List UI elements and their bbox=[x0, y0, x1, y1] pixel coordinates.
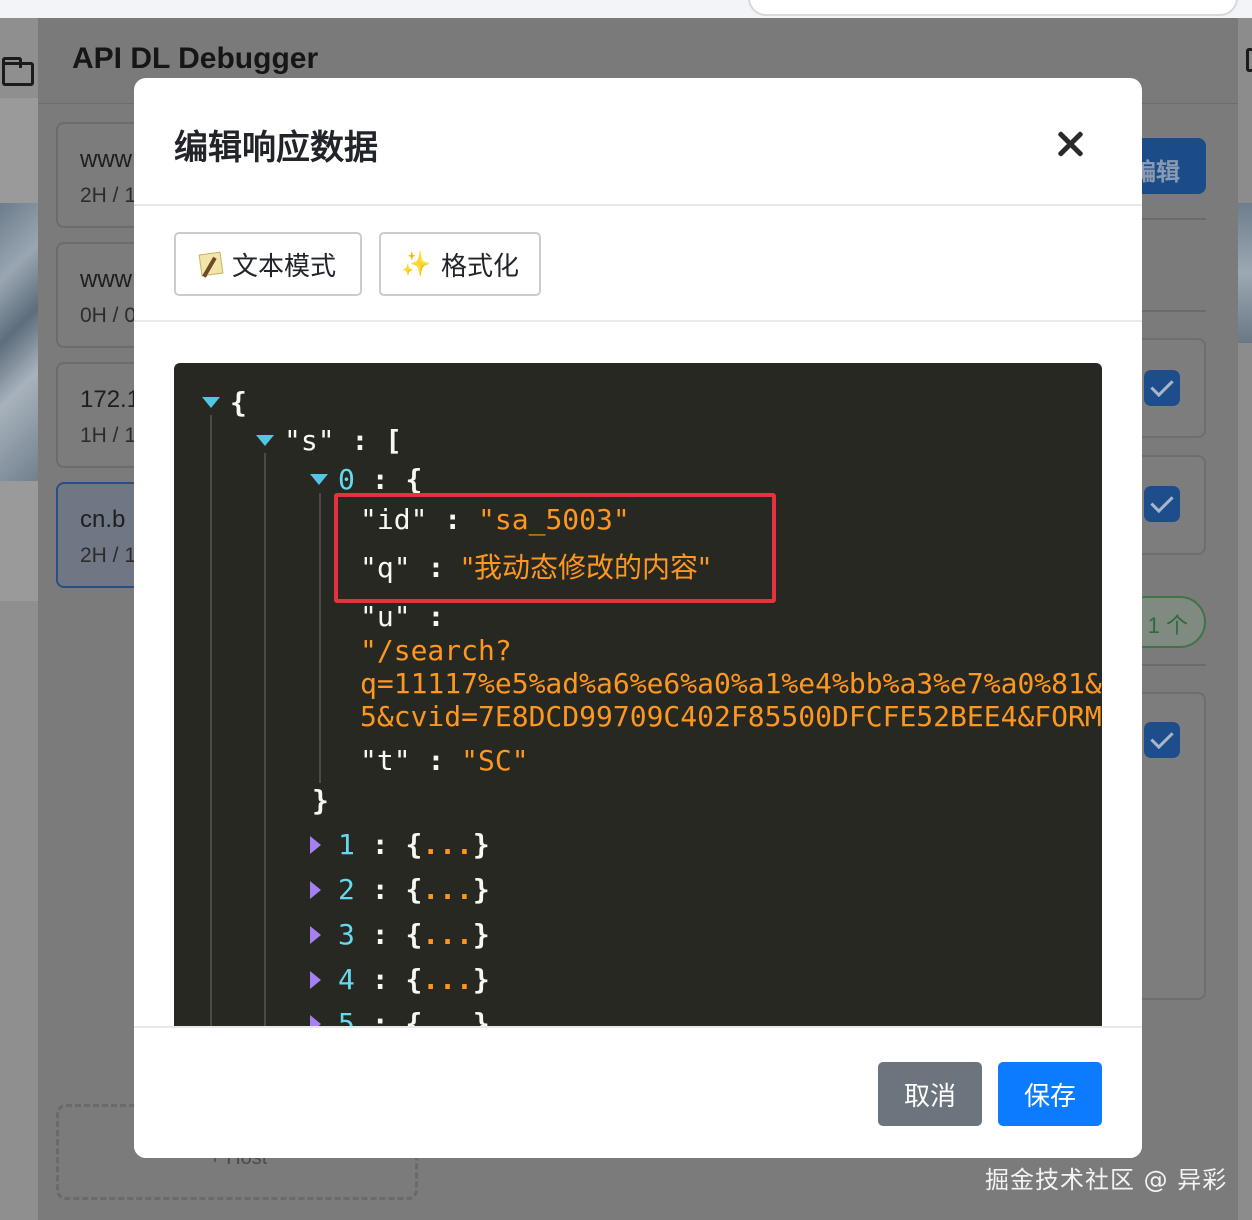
memo-icon bbox=[198, 251, 224, 277]
format-button[interactable]: ✨ 格式化 bbox=[379, 232, 541, 296]
request-meta: 2H / 1 bbox=[80, 184, 137, 207]
modal-footer: 取消 保存 bbox=[134, 1026, 1142, 1158]
divider bbox=[1140, 664, 1206, 666]
request-card[interactable]: 172.1 1H / 1 bbox=[56, 362, 146, 468]
text-mode-button[interactable]: 文本模式 bbox=[174, 232, 362, 296]
browser-top-bar bbox=[0, 0, 1252, 18]
desktop-right-strip bbox=[1238, 18, 1252, 1220]
collapse-toggle-icon[interactable] bbox=[310, 474, 328, 485]
json-line: 2 : {...} bbox=[338, 873, 490, 906]
sparkles-icon: ✨ bbox=[401, 250, 431, 278]
expand-toggle-icon[interactable] bbox=[310, 836, 321, 854]
json-line: 3 : {...} bbox=[338, 918, 490, 951]
json-line: 1 : {...} bbox=[338, 828, 490, 861]
json-line: { bbox=[230, 386, 247, 419]
json-line: q=11117%e5%ad%a6%e6%a0%a1%e4%bb%a3%e7%a0… bbox=[360, 667, 1102, 700]
expand-toggle-icon[interactable] bbox=[310, 926, 321, 944]
indent-guide bbox=[210, 415, 212, 1027]
request-meta: 1H / 1 bbox=[80, 424, 137, 447]
request-meta: 2H / 1 bbox=[80, 544, 137, 567]
close-icon[interactable] bbox=[1046, 120, 1094, 168]
collapse-toggle-icon[interactable] bbox=[202, 397, 220, 408]
desktop-left-strip bbox=[0, 18, 38, 1220]
modal-toolbar: 文本模式 ✨ 格式化 bbox=[134, 208, 1142, 322]
checkbox[interactable] bbox=[1144, 486, 1180, 522]
cancel-button[interactable]: 取消 bbox=[878, 1062, 982, 1126]
request-card[interactable]: www 2H / 1 bbox=[56, 122, 146, 228]
json-line: "s" : [ bbox=[284, 424, 403, 457]
divider bbox=[1140, 310, 1206, 312]
json-editor[interactable]: { "s" : [ 0 : { "id" : "sa_5003" "q" : "… bbox=[174, 363, 1102, 1027]
request-card-selected[interactable]: cn.b 2H / 1 bbox=[56, 482, 146, 588]
edit-response-modal: 编辑响应数据 文本模式 ✨ 格式化 { "s" : [0: {"id":… bbox=[134, 78, 1142, 1158]
indent-guide bbox=[319, 493, 321, 783]
json-line: 5&cvid=7E8DCD99709C402F85500DFCFE52BEE4&… bbox=[360, 700, 1102, 733]
request-host: cn.b bbox=[80, 506, 126, 533]
folder-icon bbox=[2, 57, 34, 86]
json-line: 4 : {...} bbox=[338, 963, 490, 996]
collapse-toggle-icon[interactable] bbox=[256, 435, 274, 446]
modal-title: 编辑响应数据 bbox=[174, 128, 378, 168]
request-host: www bbox=[80, 266, 132, 293]
request-host: 172.1 bbox=[80, 386, 141, 413]
indent-guide bbox=[264, 453, 266, 1027]
browser-tab-pill bbox=[748, 0, 1238, 16]
divider bbox=[1140, 218, 1206, 220]
json-line: "/search? bbox=[360, 634, 512, 667]
request-host: www bbox=[80, 146, 132, 173]
json-line: "t" : "SC" bbox=[360, 744, 529, 777]
expand-toggle-icon[interactable] bbox=[310, 971, 321, 989]
highlight-annotation-box bbox=[334, 493, 776, 603]
watermark: 掘金技术社区 @ 异彩 bbox=[985, 1166, 1228, 1194]
checkbox[interactable] bbox=[1144, 722, 1180, 758]
desktop-wallpaper bbox=[0, 203, 38, 481]
json-line: } bbox=[312, 784, 329, 817]
request-meta: 0H / 0 bbox=[80, 304, 137, 327]
json-line: "u" : bbox=[360, 600, 445, 633]
json-line: 5 : {...} bbox=[338, 1007, 490, 1027]
window-icon bbox=[1246, 48, 1252, 72]
expand-toggle-icon[interactable] bbox=[310, 881, 321, 899]
save-button[interactable]: 保存 bbox=[998, 1062, 1102, 1126]
request-card[interactable]: www 0H / 0 bbox=[56, 242, 146, 348]
checkbox[interactable] bbox=[1144, 370, 1180, 406]
modal-header: 编辑响应数据 bbox=[134, 78, 1142, 206]
app-title: API DL Debugger bbox=[72, 42, 319, 75]
